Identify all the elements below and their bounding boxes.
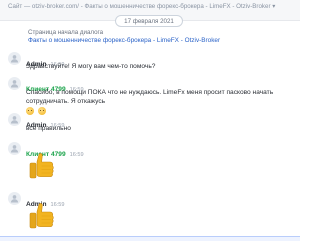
page-start-link[interactable]: Факты о мошенничестве форекс-брокера - L… bbox=[28, 37, 220, 44]
user-avatar-icon bbox=[8, 192, 21, 205]
user-avatar-icon bbox=[8, 77, 21, 90]
top-bar-title[interactable]: Сайт — otziv-broker.com/ - Факты о мошен… bbox=[8, 3, 294, 10]
user-avatar-icon bbox=[8, 142, 21, 155]
chat-message-admin: Admin 16:59 все правильно bbox=[8, 113, 292, 135]
message-text: Спасибо, в помощи ПОКА что не нуждаюсь. … bbox=[26, 89, 274, 105]
page-start-label: Страница начала диалога bbox=[28, 29, 104, 36]
message-text: Здравствуйте! Я могу вам чем-то помочь? bbox=[26, 63, 156, 70]
composer-edge[interactable] bbox=[0, 236, 300, 241]
user-avatar-icon bbox=[8, 52, 21, 65]
user-avatar-icon bbox=[8, 113, 21, 126]
message-time: 16:59 bbox=[69, 152, 84, 158]
chat-message-admin: Admin 16:59 Здравствуйте! Я могу вам чем-… bbox=[8, 52, 292, 72]
chat-message-client: Клиент 4799 16:59 bbox=[8, 142, 292, 192]
thumbs-up-emoji-icon bbox=[29, 203, 54, 229]
message-text: все правильно bbox=[26, 125, 71, 132]
date-separator: 17 февраля 2021 bbox=[115, 15, 183, 27]
thumbs-up-emoji-icon bbox=[29, 153, 54, 179]
chat-message-admin: Admin 16:59 bbox=[8, 192, 292, 238]
